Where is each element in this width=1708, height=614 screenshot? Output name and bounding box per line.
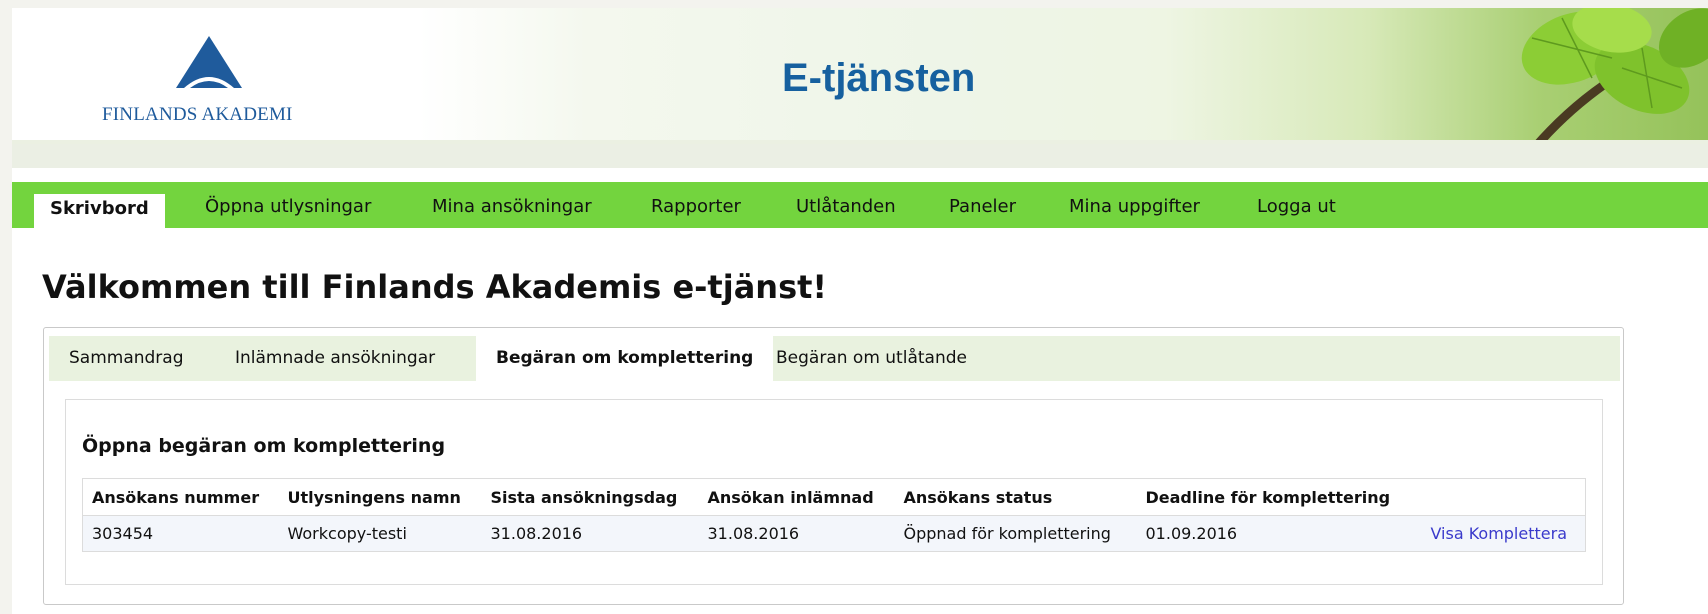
nav-item-utlatanden[interactable]: Utlåtanden	[796, 196, 896, 218]
cell-deadline: 01.09.2016	[1136, 515, 1417, 552]
table-row: 303454 Workcopy-testi 31.08.2016 31.08.2…	[82, 515, 1586, 552]
logo-triangle-icon	[176, 36, 242, 88]
finlands-akademi-logo[interactable]: FINLANDS AKADEMI	[88, 36, 328, 128]
nav-item-rapporter[interactable]: Rapporter	[651, 196, 741, 218]
column-header[interactable]: Ansökans status	[894, 478, 1137, 516]
leaf-photo	[1521, 8, 1708, 144]
tab-inlamnade-ansokningar[interactable]: Inlämnade ansökningar	[215, 336, 455, 381]
column-header[interactable]: Ansökan inlämnad	[698, 478, 895, 516]
nav-item-logga-ut[interactable]: Logga ut	[1257, 196, 1336, 218]
requests-table: Ansökans nummer Utlysningens namn Sista …	[82, 478, 1586, 552]
logo-text: FINLANDS AKADEMI	[102, 104, 293, 125]
table-header-row: Ansökans nummer Utlysningens namn Sista …	[82, 478, 1586, 516]
tab-content: Öppna begäran om komplettering Ansökans …	[65, 399, 1603, 585]
main-nav: Skrivbord Öppna utlysningar Mina ansökni…	[12, 182, 1708, 228]
column-header[interactable]: Deadline för komplettering	[1136, 478, 1417, 516]
dashboard-panel: Sammandrag Inlämnade ansökningar Begäran…	[43, 327, 1624, 605]
nav-item-mina-uppgifter[interactable]: Mina uppgifter	[1069, 196, 1200, 218]
cell-application-number: 303454	[82, 515, 279, 552]
column-header	[1416, 478, 1586, 516]
tab-begaran-om-utlatande[interactable]: Begäran om utlåtande	[756, 336, 987, 381]
cell-submitted: 31.08.2016	[698, 515, 895, 552]
cell-call-name: Workcopy-testi	[278, 515, 482, 552]
cell-action: Visa Komplettera	[1416, 515, 1586, 552]
column-header[interactable]: Ansökans nummer	[82, 478, 279, 516]
site-header: FINLANDS AKADEMI E-tjänsten	[12, 8, 1708, 144]
cell-status: Öppnad för komplettering	[894, 515, 1137, 552]
nav-item-paneler[interactable]: Paneler	[949, 196, 1016, 218]
column-header[interactable]: Sista ansökningsdag	[481, 478, 699, 516]
nav-item-skrivbord[interactable]: Skrivbord	[34, 194, 165, 228]
nav-item-oppna-utlysningar[interactable]: Öppna utlysningar	[205, 196, 371, 218]
column-header[interactable]: Utlysningens namn	[278, 478, 482, 516]
tab-begaran-om-komplettering[interactable]: Begäran om komplettering	[476, 336, 774, 381]
nav-item-mina-ansokningar[interactable]: Mina ansökningar	[432, 196, 592, 218]
app-title: E-tjänsten	[782, 56, 976, 100]
visa-komplettera-link[interactable]: Visa Komplettera	[1430, 524, 1567, 543]
subtab-bar: Sammandrag Inlämnade ansökningar Begäran…	[49, 336, 1620, 381]
tab-sammandrag[interactable]: Sammandrag	[49, 336, 204, 381]
header-gap	[12, 144, 1708, 168]
section-title: Öppna begäran om komplettering	[82, 435, 446, 457]
page-title: Välkommen till Finlands Akademis e-tjäns…	[42, 268, 827, 306]
cell-last-day: 31.08.2016	[481, 515, 699, 552]
